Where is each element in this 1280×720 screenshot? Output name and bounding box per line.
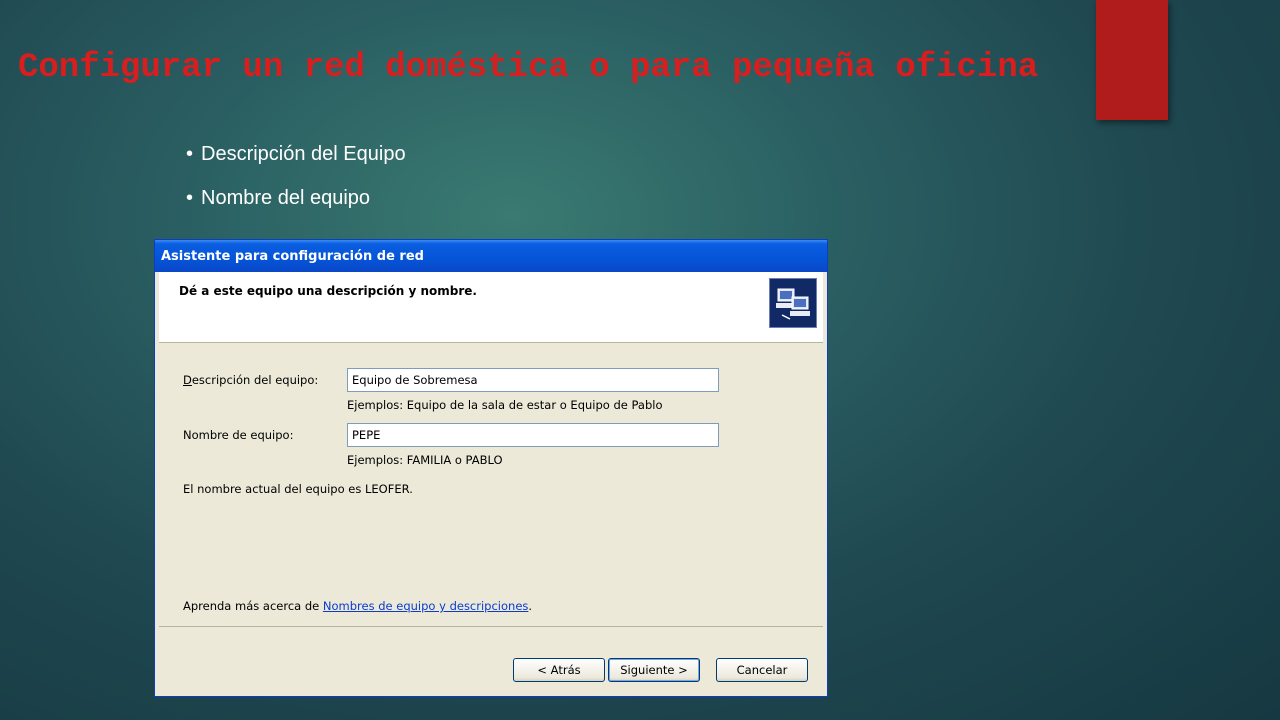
description-label-text: escripción del equipo: (191, 373, 319, 387)
learn-more-suffix: . (528, 599, 533, 613)
cancel-button[interactable]: Cancelar (716, 658, 808, 682)
network-setup-wizard-dialog: Asistente para configuración de red Dé a… (154, 239, 828, 697)
description-hint: Ejemplos: Equipo de la sala de estar o E… (347, 398, 663, 412)
name-label: Nombre de equipo: (183, 428, 293, 442)
bullet-text: Nombre del equipo (201, 187, 371, 209)
learn-more-prefix: Aprenda más acerca de (183, 599, 323, 613)
back-button[interactable]: < Atrás (513, 658, 605, 682)
current-name-text: El nombre actual del equipo es LEOFER. (183, 482, 413, 496)
bullet-text: Descripción del Equipo (201, 143, 406, 165)
learn-more-link[interactable]: Nombres de equipo y descripciones (323, 599, 529, 613)
decorative-red-tab (1096, 0, 1168, 120)
name-hint: Ejemplos: FAMILIA o PABLO (347, 453, 503, 467)
network-computers-icon (769, 278, 817, 328)
next-button[interactable]: Siguiente > (608, 658, 700, 682)
wizard-header: Dé a este equipo una descripción y nombr… (159, 272, 823, 343)
bullet-item: • Nombre del equipo (186, 187, 371, 209)
bullet-list: • Descripción del Equipo • Nombre del equi… (186, 140, 406, 228)
description-input[interactable] (347, 368, 719, 392)
wizard-header-text: Dé a este equipo una descripción y nombr… (179, 284, 477, 298)
slide-title: Configurar un red doméstica o para peque… (18, 49, 1039, 87)
name-label-text: Nombre de equipo: (183, 428, 294, 442)
description-label: Descripción del equipo: (183, 373, 319, 387)
computer-name-input[interactable] (347, 423, 719, 447)
bullet-item: • Descripción del Equipo (186, 143, 406, 165)
dialog-titlebar[interactable]: Asistente para configuración de red (155, 240, 827, 272)
learn-more-line: Aprenda más acerca de Nombres de equipo … (183, 599, 532, 613)
footer-separator (159, 626, 823, 627)
